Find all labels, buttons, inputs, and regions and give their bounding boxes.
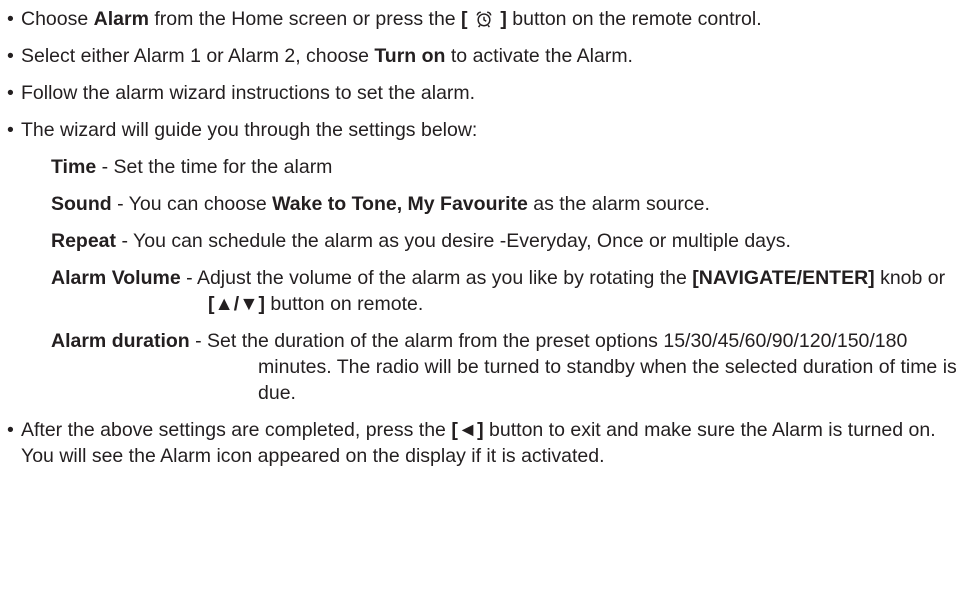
text: Choose xyxy=(21,8,94,30)
bullet-dot: • xyxy=(7,8,14,30)
setting-text: - You can choose xyxy=(111,193,273,215)
turn-on-keyword: Turn on xyxy=(374,45,446,67)
bullet-dot: • xyxy=(7,119,14,141)
instruction-follow-wizard: • Follow the alarm wizard instructions t… xyxy=(4,80,965,106)
sound-sources: Wake to Tone, My Favourite xyxy=(272,193,528,215)
setting-label: Repeat xyxy=(51,230,117,252)
setting-alarm-duration: Alarm duration - Set the duration of the… xyxy=(51,328,965,406)
setting-label: Sound xyxy=(51,193,112,215)
alarm-clock-icon xyxy=(476,11,492,28)
text: Follow the alarm wizard instructions to … xyxy=(21,82,476,104)
text: to activate the Alarm. xyxy=(445,45,633,67)
manual-page: • Choose Alarm from the Home screen or p… xyxy=(0,0,977,595)
setting-time: Time - Set the time for the alarm xyxy=(51,154,965,180)
bracket-open: [ xyxy=(461,8,468,30)
navigate-enter-knob: [NAVIGATE/ENTER] xyxy=(692,267,875,289)
setting-text: - Adjust the volume of the alarm as you … xyxy=(180,267,693,289)
setting-label: Time xyxy=(51,156,97,178)
setting-text: button on remote. xyxy=(265,293,424,315)
text: button on the remote control. xyxy=(506,8,762,30)
instruction-exit: • After the above settings are completed… xyxy=(4,417,965,469)
setting-text: as the alarm source. xyxy=(527,193,710,215)
setting-text: - Set the time for the alarm xyxy=(96,156,333,178)
alarm-keyword: Alarm xyxy=(93,8,149,30)
setting-label: Alarm Volume xyxy=(51,267,181,289)
setting-text: knob or xyxy=(874,267,946,289)
instruction-select-alarm: • Select either Alarm 1 or Alarm 2, choo… xyxy=(4,43,965,69)
up-down-button: [▲/▼] xyxy=(208,293,266,315)
setting-sound: Sound - You can choose Wake to Tone, My … xyxy=(51,191,965,217)
setting-alarm-volume: Alarm Volume - Adjust the volume of the … xyxy=(51,265,965,317)
setting-text: - You can schedule the alarm as you desi… xyxy=(116,230,791,252)
text: After the above settings are completed, … xyxy=(21,419,452,441)
text: from the Home screen or press the xyxy=(148,8,462,30)
setting-repeat: Repeat - You can schedule the alarm as y… xyxy=(51,228,965,254)
bullet-dot: • xyxy=(7,82,14,104)
instruction-choose-alarm: • Choose Alarm from the Home screen or p… xyxy=(4,6,965,32)
bullet-dot: • xyxy=(7,419,14,441)
setting-text: - Set the duration of the alarm from the… xyxy=(189,330,957,404)
text: Select either Alarm 1 or Alarm 2, choose xyxy=(21,45,375,67)
instruction-wizard-settings: • The wizard will guide you through the … xyxy=(4,117,965,143)
text: The wizard will guide you through the se… xyxy=(21,119,478,141)
setting-label: Alarm duration xyxy=(51,330,190,352)
bullet-dot: • xyxy=(7,45,14,67)
back-button-label: [◄] xyxy=(451,419,484,441)
